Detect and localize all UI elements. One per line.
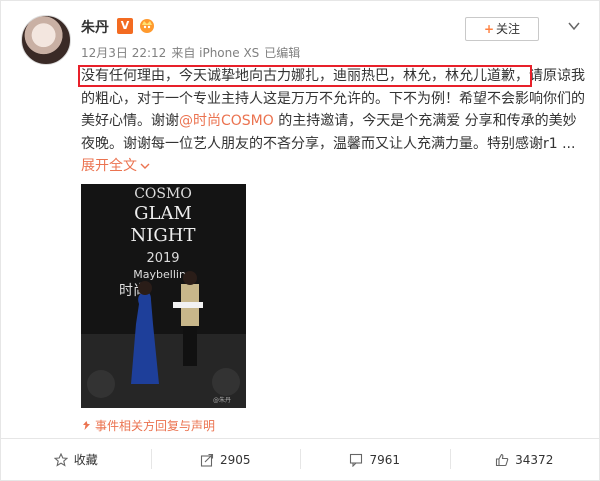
post-time[interactable]: 12月3日 22:12	[81, 46, 166, 60]
follow-button[interactable]: + 关注	[465, 17, 539, 41]
favorite-button[interactable]: 收藏	[1, 439, 151, 480]
follow-label: 关注	[496, 22, 521, 36]
post-source: 来自 iPhone XS	[171, 46, 260, 60]
share-count: 2905	[219, 452, 251, 467]
plus-icon: +	[483, 22, 495, 36]
comment-icon	[350, 453, 363, 467]
comment-button[interactable]: 7961	[300, 439, 450, 480]
author-avatar[interactable]	[21, 15, 71, 65]
share-icon	[200, 453, 214, 467]
share-button[interactable]: 2905	[150, 439, 301, 480]
comment-count: 7961	[369, 452, 401, 467]
like-icon	[496, 453, 509, 466]
expand-label: 展开全文	[81, 158, 137, 174]
highlighted-apology-text: 没有任何理由，今天诚挚地向古力娜扎，迪丽热巴，林允，林允儿道歉，	[78, 65, 532, 87]
action-bar: 收藏 2905 7961 34372	[1, 439, 599, 480]
mention-link[interactable]: @时尚COSMO	[179, 113, 274, 129]
favorite-label: 收藏	[73, 453, 98, 467]
chevron-down-icon[interactable]	[567, 19, 581, 33]
verified-badge[interactable]: V	[117, 18, 133, 34]
photo-watermark: @朱丹	[213, 396, 231, 404]
expand-chevron-icon	[140, 163, 150, 169]
poster-line-1: GLAM	[134, 203, 192, 224]
weibo-post-card: 朱丹 V 12月3日 22:12 来自 iPhone XS 已编辑 + 关注 没有任何…	[0, 0, 600, 481]
like-button[interactable]: 34372	[449, 439, 600, 480]
statement-link[interactable]: 事件相关方回复与声明	[81, 417, 215, 434]
statement-icon	[83, 421, 90, 430]
poster-line-0: COSMO	[134, 186, 192, 202]
event-photo-graphic: COSMO GLAM NIGHT 2019 Maybelline 时尚 @朱丹	[81, 184, 246, 408]
statement-label: 事件相关方回复与声明	[95, 419, 216, 433]
post-photo[interactable]: COSMO GLAM NIGHT 2019 Maybelline 时尚 @朱丹	[81, 184, 246, 408]
member-crown-icon[interactable]	[138, 16, 156, 34]
poster-line-2: NIGHT	[131, 225, 196, 246]
star-icon	[53, 452, 68, 467]
post-content: 没有任何理由，今天诚挚地向古力娜扎，迪丽热巴，林允，林允儿道歉，请原谅我的粗心，…	[78, 65, 586, 178]
like-count: 34372	[515, 452, 554, 467]
post-meta: 12月3日 22:12 来自 iPhone XS 已编辑	[81, 44, 305, 61]
author-name[interactable]: 朱丹	[81, 17, 109, 37]
poster-line-3: 2019	[146, 251, 179, 266]
expand-full-text-link[interactable]: 展开全文	[81, 158, 150, 174]
edited-label[interactable]: 已编辑	[264, 46, 300, 60]
